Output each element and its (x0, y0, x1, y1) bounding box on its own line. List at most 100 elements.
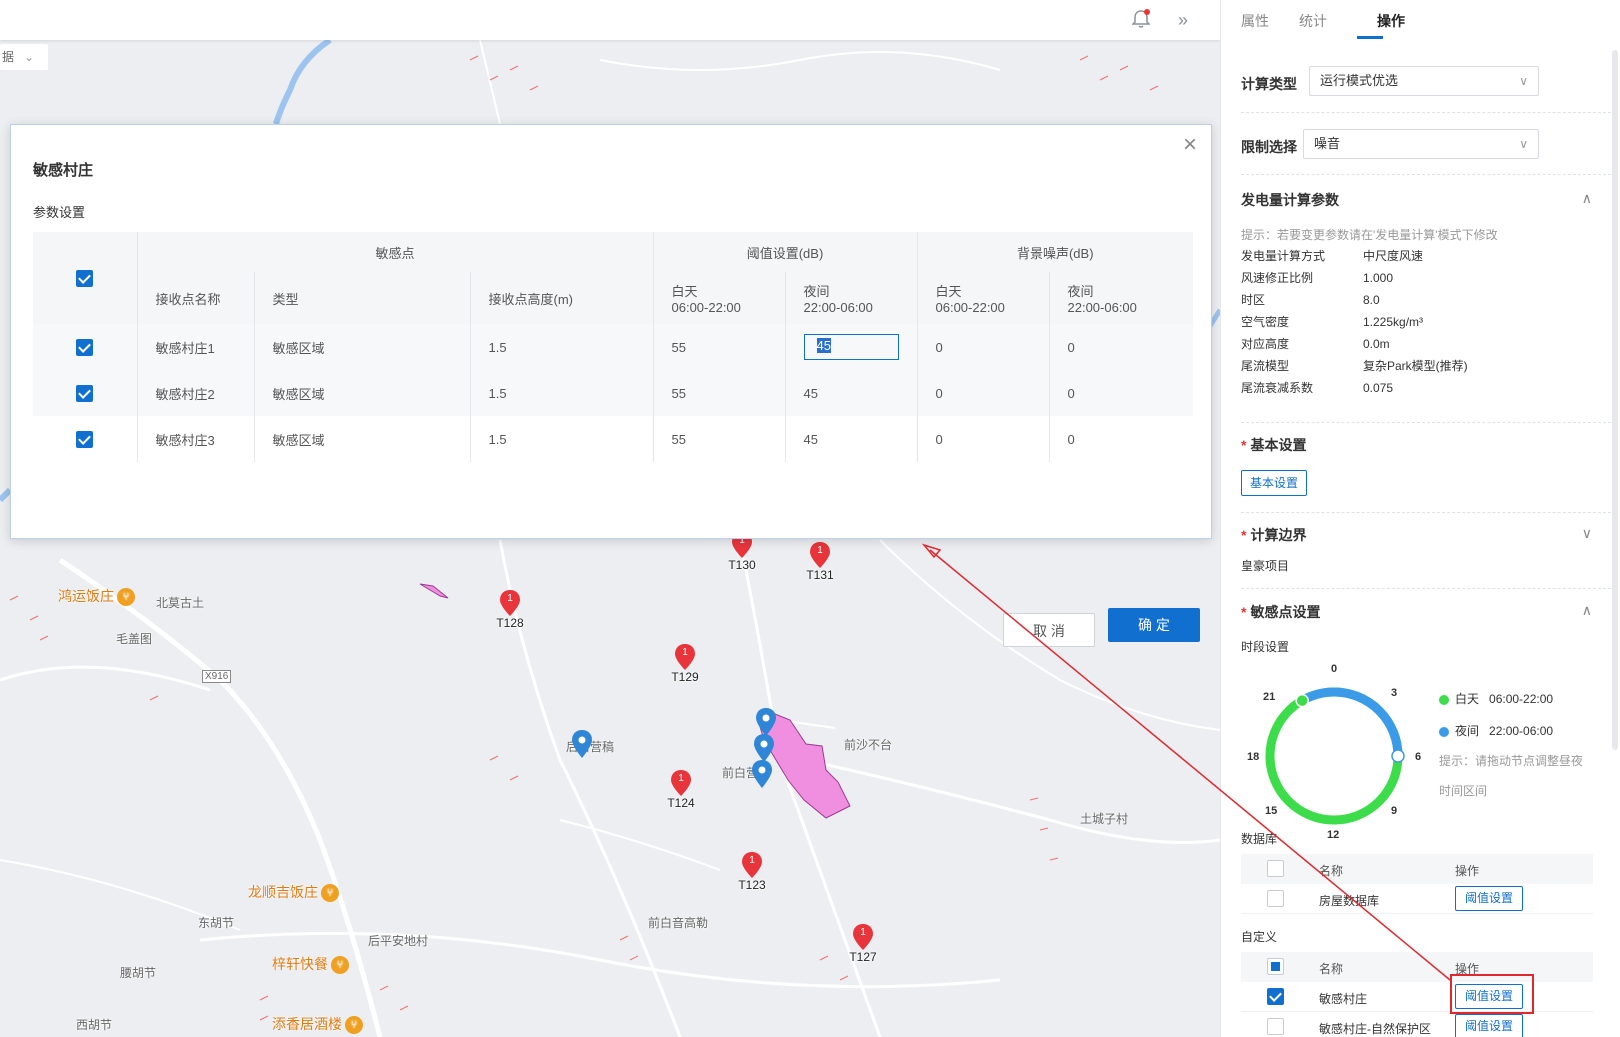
cell-bg-night[interactable]: 0 (1048, 416, 1193, 462)
place-label: 前白音高勒 (648, 916, 709, 930)
row-check-cell (33, 324, 137, 370)
divider (1241, 174, 1611, 175)
col-header: 接收点名称 (136, 272, 254, 324)
cell-bg-night[interactable]: 0 (1048, 370, 1193, 416)
data-layer-tag[interactable]: 据 ⌄ (0, 44, 48, 70)
cell-height[interactable]: 1.5 (469, 370, 653, 416)
row-checkbox[interactable] (1267, 988, 1284, 1005)
turbine-marker[interactable]: 1 T128 (496, 590, 524, 634)
select-all-checkbox[interactable] (1267, 860, 1284, 877)
cell-height[interactable]: 1.5 (469, 324, 653, 370)
night-end-handle[interactable] (1391, 749, 1405, 763)
cell-type: 敏感区域 (253, 416, 470, 462)
row-name: 房屋数据库 (1319, 894, 1380, 908)
cell-bg-day[interactable]: 0 (916, 324, 1049, 370)
cell-bg-day[interactable]: 0 (916, 416, 1049, 462)
clock-label: 21 (1263, 691, 1275, 703)
fork-icon: ⑂ (331, 956, 349, 975)
row-checkbox[interactable] (1267, 1018, 1284, 1035)
close-icon[interactable]: × (1183, 131, 1197, 159)
row-checkbox[interactable] (1267, 890, 1284, 907)
col-header: 白天 06:00-22:00 (916, 272, 1049, 324)
calc-boundary-title: * 计算边界 (1241, 527, 1307, 543)
turbine-marker[interactable]: 1 T124 (667, 770, 695, 814)
dialog-title: 敏感村庄 (33, 162, 94, 179)
cell-height[interactable]: 1.5 (469, 416, 653, 462)
turbine-marker[interactable]: 1 T131 (806, 542, 834, 586)
day-night-clock[interactable]: 0 3 6 9 12 15 18 21 (1241, 660, 1431, 850)
poi-label: 龙顺吉饭庄 (248, 884, 318, 900)
chevron-down-icon[interactable]: ∨ (1582, 525, 1592, 542)
select-all-checkbox[interactable] (1267, 958, 1284, 975)
bell-icon[interactable] (1130, 9, 1152, 31)
top-toolbar: » (0, 0, 1220, 40)
cell-day[interactable]: 55 (652, 324, 785, 370)
place-label: 前沙不台 (844, 738, 893, 752)
table-row: 敏感村庄-自然保护区 阈值设置 (1241, 1012, 1593, 1037)
param-key: 尾流模型 (1241, 359, 1290, 373)
marker-label: T130 (728, 558, 756, 572)
cell-night[interactable]: 45 (784, 416, 917, 462)
turbine-marker[interactable]: 1 T123 (738, 852, 766, 896)
active-tab-indicator (1357, 36, 1383, 39)
cell-night[interactable]: 45 (784, 324, 917, 370)
calc-type-value: 运行模式优选 (1320, 73, 1399, 88)
threshold-settings-button[interactable]: 阈值设置 (1455, 886, 1524, 911)
threshold-settings-button[interactable]: 阈值设置 (1455, 984, 1524, 1009)
chevron-up-icon[interactable]: ∧ (1582, 190, 1592, 207)
limit-select[interactable]: 噪音 ∨ (1303, 129, 1539, 159)
table-row: 敏感村庄3 敏感区域 1.5 55 45 0 0 (33, 416, 1193, 462)
turbine-marker[interactable]: 1 T127 (849, 924, 877, 968)
cancel-button[interactable]: 取 消 (1003, 613, 1095, 647)
custom-table: 名称 操作 敏感村庄 阈值设置 敏感村庄-自然保护区 阈值设置 (1241, 952, 1593, 1037)
cell-bg-day[interactable]: 0 (916, 370, 1049, 416)
param-key: 时区 (1241, 293, 1266, 307)
legend-label: 夜间 (1455, 724, 1480, 738)
marker-label: T128 (496, 616, 524, 630)
clock-label: 0 (1331, 663, 1337, 675)
blue-pin-icon[interactable] (572, 730, 592, 760)
tab-statistics[interactable]: 统计 (1299, 11, 1327, 31)
calc-type-select[interactable]: 运行模式优选 ∨ (1309, 66, 1539, 96)
row-checkbox[interactable] (76, 384, 94, 402)
marker-count: 1 (817, 545, 823, 556)
cell-night[interactable]: 45 (784, 370, 917, 416)
confirm-button[interactable]: 确 定 (1108, 608, 1200, 642)
clock-label: 6 (1415, 751, 1421, 763)
tab-operations[interactable]: 操作 (1377, 11, 1405, 31)
tab-properties[interactable]: 属性 (1241, 11, 1269, 31)
poi-label: 添香居酒楼 (272, 1016, 342, 1032)
poi-restaurant[interactable]: 梓轩快餐 ⑂ (272, 954, 349, 975)
threshold-settings-button[interactable]: 阈值设置 (1455, 1014, 1524, 1037)
boundary-value: 皇豪项目 (1241, 559, 1290, 573)
col-header-label: 夜间 (803, 284, 830, 299)
cell-day[interactable]: 55 (652, 416, 785, 462)
params-table: 敏感点 阈值设置(dB) 背景噪声(dB) 接收点名称 类型 接收点高度(m) … (33, 232, 1193, 462)
sensitive-village-dialog: 敏感村庄 × 参数设置 敏感点 阈值设置(dB) 背景噪声(dB) 接收点名称 … (10, 124, 1212, 647)
param-value: 0.0m (1363, 337, 1390, 351)
basic-settings-button[interactable]: 基本设置 (1241, 470, 1308, 496)
clock-label: 3 (1391, 687, 1397, 699)
cell-day[interactable]: 55 (652, 370, 785, 416)
data-layer-label: 据 (2, 50, 15, 64)
blue-pin-icon[interactable] (752, 760, 772, 790)
select-all-checkbox[interactable] (76, 269, 94, 287)
chevron-down-icon: ∨ (1519, 137, 1528, 151)
night-start-handle[interactable] (1295, 693, 1309, 708)
cell-bg-night[interactable]: 0 (1048, 324, 1193, 370)
chevron-up-icon[interactable]: ∧ (1582, 602, 1592, 619)
panel-scrollbar[interactable] (1612, 50, 1618, 750)
double-chevron-right-icon[interactable]: » (1172, 9, 1194, 31)
col-header: 夜间 22:00-06:00 (1048, 272, 1193, 324)
limit-value: 噪音 (1314, 136, 1341, 151)
row-checkbox[interactable] (76, 430, 94, 448)
night-threshold-input[interactable]: 45 (803, 334, 899, 360)
param-value: 0.075 (1363, 381, 1394, 395)
poi-restaurant[interactable]: 龙顺吉饭庄 ⑂ (248, 882, 339, 903)
row-checkbox[interactable] (76, 338, 94, 356)
col-header: 白天 06:00-22:00 (652, 272, 785, 324)
poi-restaurant[interactable]: 鸿运饭庄 ⑂ (58, 586, 135, 607)
turbine-marker[interactable]: 1 T129 (671, 644, 699, 688)
database-table: 名称 操作 房屋数据库 阈值设置 (1241, 854, 1593, 914)
poi-restaurant[interactable]: 添香居酒楼 ⑂ (272, 1014, 363, 1035)
